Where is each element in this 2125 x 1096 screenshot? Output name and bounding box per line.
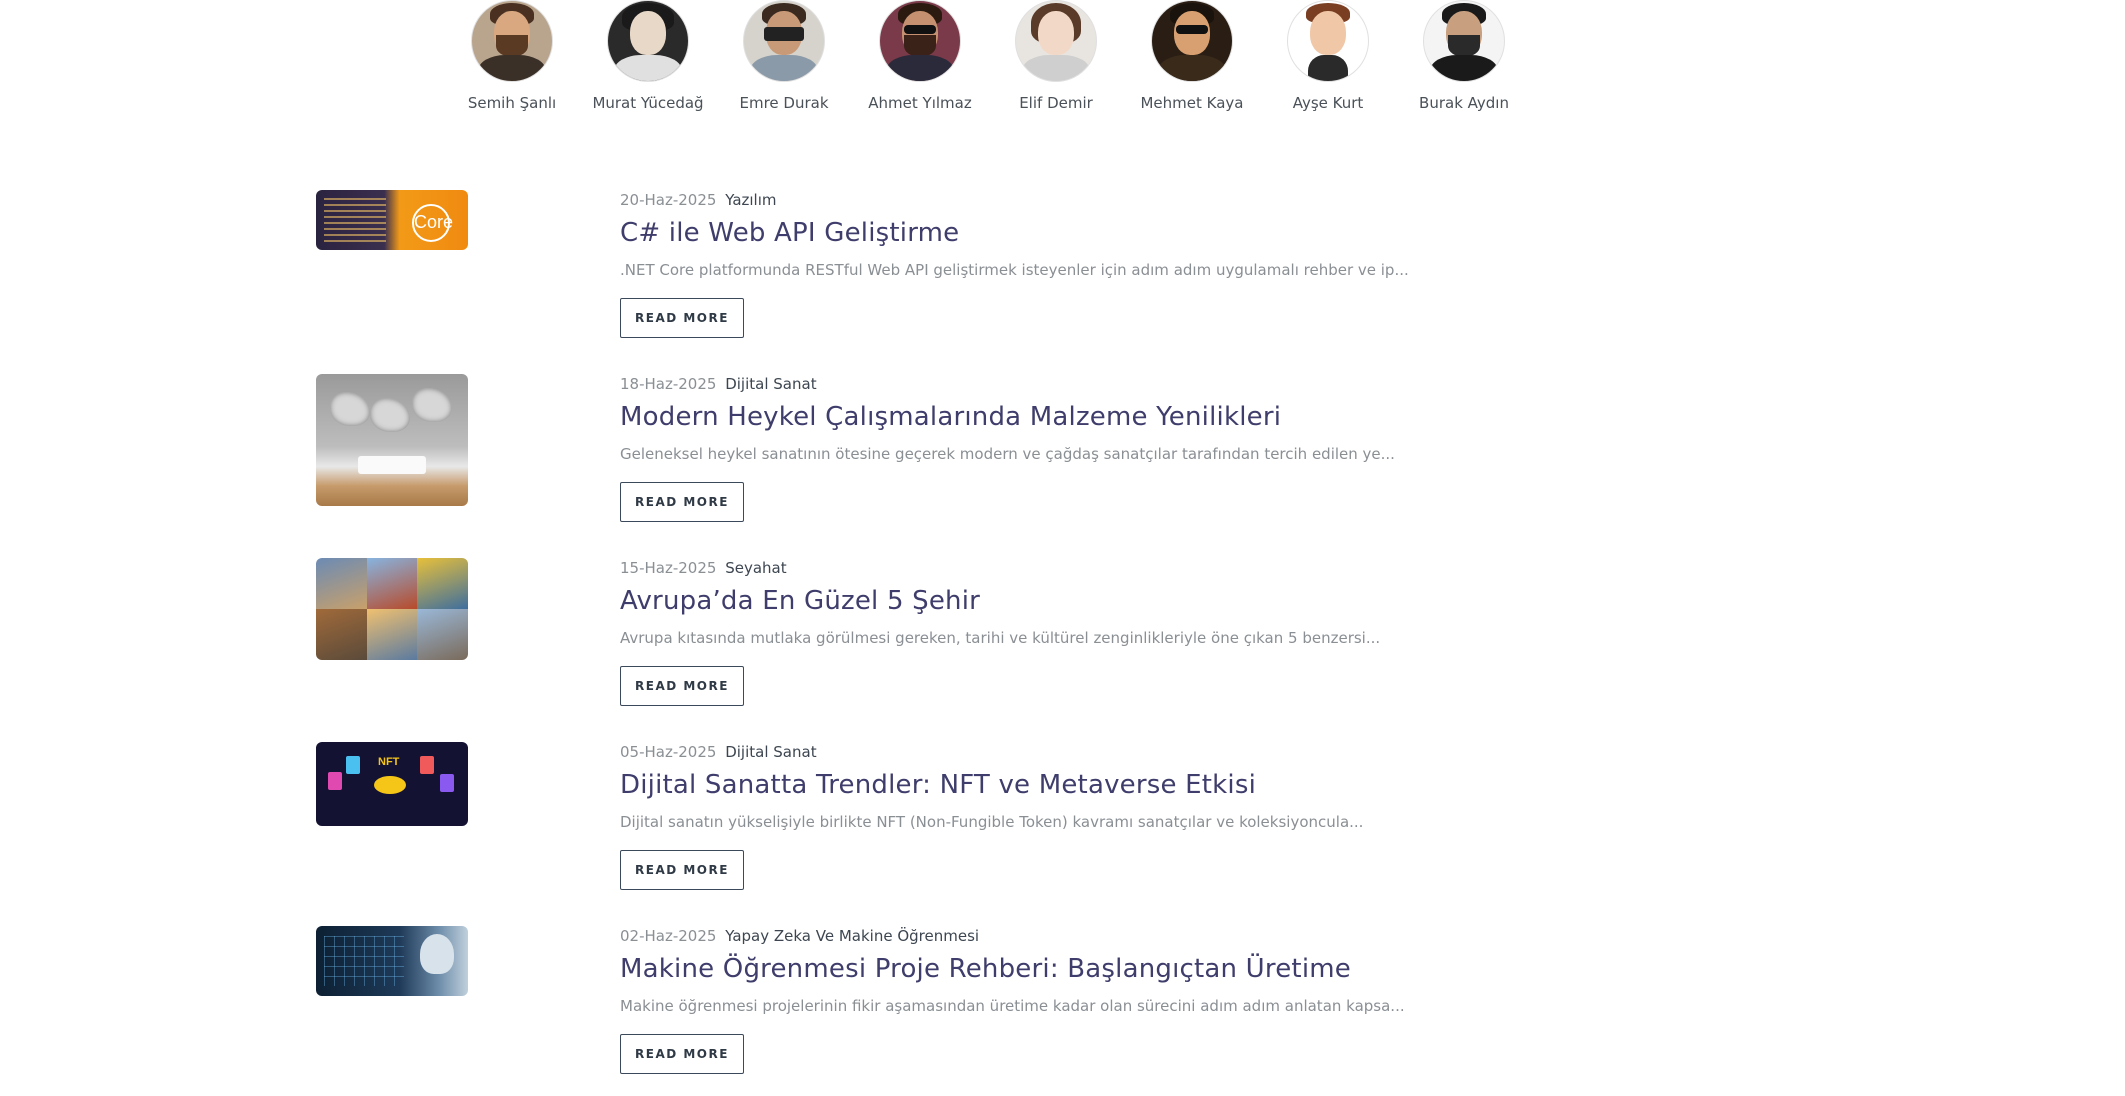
- post-meta: 18-Haz-2025 Dijital Sanat: [620, 374, 1420, 394]
- post-meta: 20-Haz-2025 Yazılım: [620, 190, 1420, 210]
- post-meta: 05-Haz-2025 Dijital Sanat: [620, 742, 1420, 762]
- post-category[interactable]: Yazılım: [725, 191, 776, 209]
- author-card[interactable]: Elif Demir: [988, 0, 1124, 112]
- post-thumbnail[interactable]: NFT: [316, 742, 468, 826]
- author-avatar: [743, 0, 825, 82]
- author-card[interactable]: Emre Durak: [716, 0, 852, 112]
- post-date: 15-Haz-2025: [620, 559, 717, 577]
- post-thumbnail[interactable]: [316, 374, 468, 506]
- author-avatar: [607, 0, 689, 82]
- author-card[interactable]: Ayşe Kurt: [1260, 0, 1396, 112]
- author-name: Semih Şanlı: [467, 94, 557, 112]
- post-meta: 15-Haz-2025 Seyahat: [620, 558, 1420, 578]
- post-category[interactable]: Seyahat: [725, 559, 786, 577]
- post-thumbnail[interactable]: [316, 926, 468, 996]
- aspnet-core-logo: Core: [412, 204, 453, 242]
- post-meta: 02-Haz-2025 Yapay Zeka Ve Makine Öğrenme…: [620, 926, 1420, 946]
- post-title[interactable]: Dijital Sanatta Trendler: NFT ve Metaver…: [620, 768, 1420, 802]
- post-title[interactable]: Makine Öğrenmesi Proje Rehberi: Başlangı…: [620, 952, 1420, 986]
- author-avatar: [879, 0, 961, 82]
- author-name: Elif Demir: [1019, 94, 1093, 112]
- post-excerpt: Makine öğrenmesi projelerinin fikir aşam…: [620, 997, 1405, 1015]
- blog-post: 02-Haz-2025 Yapay Zeka Ve Makine Öğrenme…: [316, 926, 1416, 1096]
- author-card[interactable]: Ahmet Yılmaz: [852, 0, 988, 112]
- post-thumbnail[interactable]: Core: [316, 190, 468, 250]
- author-avatar: [471, 0, 553, 82]
- read-more-button[interactable]: READ MORE: [620, 482, 744, 522]
- author-name: Mehmet Kaya: [1140, 94, 1244, 112]
- post-category[interactable]: Dijital Sanat: [725, 743, 816, 761]
- author-name: Ayşe Kurt: [1292, 94, 1364, 112]
- author-name: Ahmet Yılmaz: [868, 94, 972, 112]
- read-more-button[interactable]: READ MORE: [620, 850, 744, 890]
- post-category[interactable]: Dijital Sanat: [725, 375, 816, 393]
- author-card[interactable]: Mehmet Kaya: [1124, 0, 1260, 112]
- blog-post: 15-Haz-2025 Seyahat Avrupa’da En Güzel 5…: [316, 558, 1416, 728]
- post-date: 20-Haz-2025: [620, 191, 717, 209]
- author-avatar: [1423, 0, 1505, 82]
- read-more-button[interactable]: READ MORE: [620, 1034, 744, 1074]
- blog-post: 18-Haz-2025 Dijital Sanat Modern Heykel …: [316, 374, 1416, 544]
- author-avatar: [1015, 0, 1097, 82]
- post-excerpt: .NET Core platformunda RESTful Web API g…: [620, 261, 1409, 279]
- blog-post: NFT 05-Haz-2025 Dijital Sanat Dijital Sa…: [316, 742, 1416, 912]
- post-title[interactable]: C# ile Web API Geliştirme: [620, 216, 1420, 250]
- author-avatar: [1151, 0, 1233, 82]
- post-date: 05-Haz-2025: [620, 743, 717, 761]
- post-title[interactable]: Modern Heykel Çalışmalarında Malzeme Yen…: [620, 400, 1420, 434]
- post-category[interactable]: Yapay Zeka Ve Makine Öğrenmesi: [725, 927, 979, 945]
- author-card[interactable]: Murat Yücedağ: [580, 0, 716, 112]
- author-card[interactable]: Semih Şanlı: [444, 0, 580, 112]
- author-name: Burak Aydın: [1419, 94, 1509, 112]
- author-avatar: [1287, 0, 1369, 82]
- post-excerpt: Geleneksel heykel sanatının ötesine geçe…: [620, 445, 1395, 463]
- post-excerpt: Dijital sanatın yükselişiyle birlikte NF…: [620, 813, 1364, 831]
- author-name: Emre Durak: [739, 94, 829, 112]
- post-date: 02-Haz-2025: [620, 927, 717, 945]
- post-title[interactable]: Avrupa’da En Güzel 5 Şehir: [620, 584, 1420, 618]
- author-card[interactable]: Burak Aydın: [1396, 0, 1532, 112]
- authors-strip: Semih Şanlı Murat Yücedağ Emre Durak Ahm…: [444, 0, 1532, 112]
- author-name: Murat Yücedağ: [592, 94, 704, 112]
- post-thumbnail[interactable]: [316, 558, 468, 660]
- read-more-button[interactable]: READ MORE: [620, 298, 744, 338]
- read-more-button[interactable]: READ MORE: [620, 666, 744, 706]
- blog-post: Core 20-Haz-2025 Yazılım C# ile Web API …: [316, 190, 1416, 360]
- post-date: 18-Haz-2025: [620, 375, 717, 393]
- post-excerpt: Avrupa kıtasında mutlaka görülmesi gerek…: [620, 629, 1381, 647]
